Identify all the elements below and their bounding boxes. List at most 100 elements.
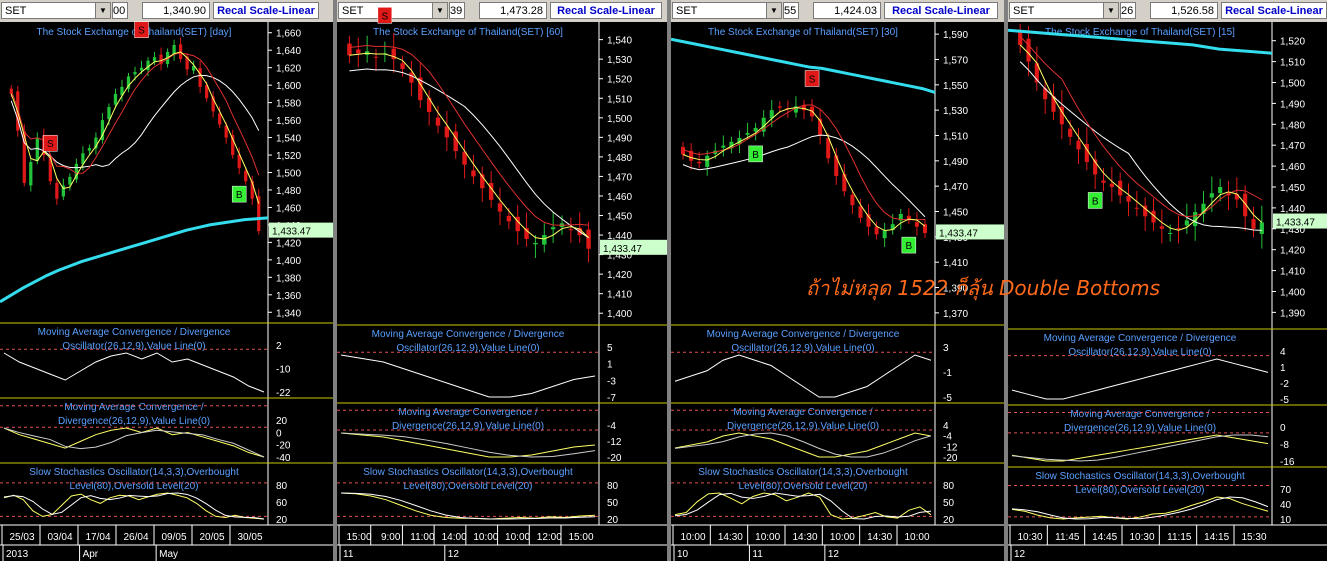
signal-label: B [236, 190, 243, 201]
stochastics-tick-label: 40 [1280, 500, 1292, 511]
chart-canvas: The Stock Exchange of Thailand(SET) [60]… [337, 7, 667, 561]
macd-oscillator-title: Moving Average Convergence / Divergence [707, 329, 900, 340]
date-tick-label: 10:00 [680, 532, 705, 543]
stochastics-tick-label: 50 [607, 498, 619, 509]
price-tick-label: 1,450 [607, 212, 632, 223]
macd-oscillator-tick-label: -22 [276, 388, 291, 399]
signal-label: S [138, 26, 145, 37]
macd-divergence-tick-label: 4 [943, 421, 949, 432]
macd-divergence-subtitle: Divergence(26,12,9),Value Line(0) [392, 421, 544, 432]
macd-divergence-line [340, 432, 596, 458]
price-tick-label: 1,510 [943, 131, 968, 142]
price-tick-label: 1,480 [276, 186, 301, 197]
month-label: 11 [752, 549, 763, 560]
macd-divergence-tick-label: -8 [1280, 440, 1289, 451]
candle-body [834, 155, 839, 177]
price-tick-label: 1,480 [607, 153, 632, 164]
signal-label: S [47, 139, 54, 150]
chart-title: The Stock Exchange of Thailand(SET) [30] [708, 27, 898, 38]
date-tick-label: 14:45 [1092, 532, 1117, 543]
month-label: Apr [83, 549, 99, 560]
macd-divergence-tick-label: -20 [943, 453, 958, 464]
date-tick-label: 20/05 [199, 532, 224, 543]
stochastics-line [1011, 496, 1269, 520]
candle-body [1026, 38, 1031, 62]
stochastics-tick-label: 70 [1280, 485, 1292, 496]
date-tick-label: 9:00 [381, 532, 401, 543]
price-tick-label: 1,460 [607, 192, 632, 203]
stochastics-line [674, 492, 932, 520]
stochastics-tick-label: 80 [607, 481, 619, 492]
price-tick-label: 1,520 [607, 75, 632, 86]
macd-divergence-tick-label: -4 [607, 421, 616, 432]
stochastics-tick-label: 20 [943, 515, 955, 526]
candle-body [506, 215, 512, 222]
candle-body [113, 93, 118, 105]
date-tick-label: 15:00 [568, 532, 593, 543]
ma-short-line [682, 107, 926, 232]
price-tick-label: 1,500 [1280, 79, 1305, 90]
candle-body [1101, 180, 1106, 183]
macd-divergence-tick-label: -16 [1280, 457, 1295, 468]
price-tick-label: 1,530 [607, 55, 632, 66]
ma-mid-line [1019, 36, 1263, 218]
price-tick-label: 1,590 [943, 30, 968, 41]
candle-body [1134, 207, 1139, 209]
macd-oscillator-tick-label: -2 [1280, 379, 1289, 390]
stochastics-line [340, 492, 596, 520]
candle-body [347, 43, 352, 56]
date-tick-label: 11:00 [410, 532, 435, 543]
price-tick-label: 1,400 [1280, 287, 1305, 298]
stochastics-line [1011, 496, 1269, 520]
macd-oscillator-tick-label: -5 [1280, 395, 1289, 406]
price-tick-label: 1,360 [276, 291, 301, 302]
macd-divergence-title: Moving Average Convergence / [733, 407, 873, 418]
price-tick-label: 1,640 [276, 46, 301, 57]
macd-divergence-title: Moving Average Convergence / [398, 407, 538, 418]
macd-oscillator-tick-label: -1 [943, 368, 952, 379]
macd-oscillator-tick-label: -3 [607, 376, 616, 387]
candle-body [139, 67, 144, 71]
candle-body [400, 63, 405, 69]
date-tick-label: 14:30 [718, 532, 743, 543]
candle-body [568, 229, 574, 231]
signal-label: S [382, 11, 389, 22]
stochastics-title: Slow Stochastics Oscillator(14,3,3),Over… [363, 467, 573, 478]
ma-short-line [1019, 44, 1263, 231]
price-tick-label: 1,500 [607, 114, 632, 125]
price-tick-label: 1,400 [607, 309, 632, 320]
price-tick-label: 1,540 [276, 134, 301, 145]
candle-body [409, 72, 414, 83]
candle-body [874, 226, 879, 235]
macd-oscillator-tick-label: -5 [943, 393, 952, 404]
candle-body [842, 174, 847, 192]
candle-body [542, 235, 547, 245]
price-tick-label: 1,550 [943, 81, 968, 92]
candle-body [244, 170, 248, 182]
macd-divergence-line [3, 427, 265, 458]
last-price-label: 1,433.47 [603, 244, 642, 255]
macd-oscillator-tick-label: 3 [943, 343, 949, 354]
date-tick-label: 25/03 [9, 532, 34, 543]
date-tick-label: 14:30 [867, 532, 892, 543]
price-tick-label: 1,460 [276, 203, 301, 214]
macd-oscillator-tick-label: -10 [276, 365, 291, 376]
ma-mid-line [349, 44, 589, 226]
candle-body [1168, 232, 1173, 234]
candle-body [533, 242, 538, 245]
macd-oscillator-line [340, 354, 596, 398]
candle-body [1126, 196, 1131, 202]
price-tick-label: 1,510 [1280, 58, 1305, 69]
price-tick-label: 1,500 [276, 169, 301, 180]
price-tick-label: 1,420 [1280, 246, 1305, 257]
date-tick-label: 10:00 [904, 532, 929, 543]
date-tick-label: 17/04 [85, 532, 110, 543]
macd-divergence-line [1011, 434, 1269, 462]
stochastics-line [674, 492, 932, 520]
date-tick-label: 12:00 [537, 532, 562, 543]
candle-body [524, 228, 529, 239]
candle-body [850, 194, 855, 206]
candle-body [586, 229, 591, 249]
price-tick-label: 1,580 [276, 99, 301, 110]
candle-body [55, 182, 59, 199]
